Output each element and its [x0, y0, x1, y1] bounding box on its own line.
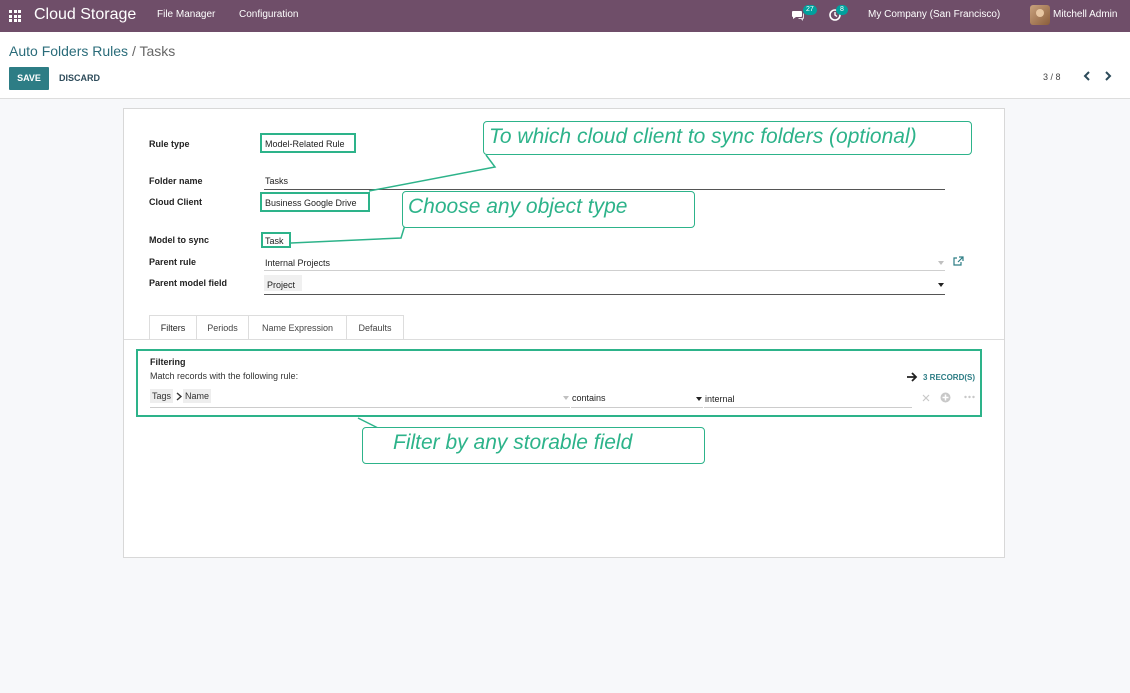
tab-defaults[interactable]: Defaults: [346, 315, 404, 340]
form-sheet: Rule type Model-Related Rule Folder name…: [123, 108, 1005, 558]
user-avatar[interactable]: [1030, 5, 1050, 25]
menu-file-manager[interactable]: File Manager: [157, 9, 215, 20]
filter-title: Filtering: [150, 357, 186, 367]
folder-name-label: Folder name: [149, 176, 203, 186]
save-button[interactable]: SAVE: [9, 67, 49, 90]
filter-subtitle: Match records with the following rule:: [150, 371, 299, 381]
apps-grid-icon[interactable]: [9, 10, 21, 22]
rule-type-field[interactable]: Model-Related Rule: [265, 139, 345, 149]
breadcrumb-current: Tasks: [139, 43, 176, 59]
pager-previous-icon[interactable]: [1081, 69, 1093, 83]
arrow-right-icon[interactable]: [906, 371, 918, 383]
breadcrumb: Auto Folders Rules / Tasks: [9, 43, 175, 59]
model-to-sync-label: Model to sync: [149, 235, 210, 245]
parent-field-dropdown-caret[interactable]: [938, 283, 944, 287]
parent-rule-underline: [264, 270, 945, 271]
app-brand[interactable]: Cloud Storage: [34, 6, 136, 24]
folder-name-input[interactable]: Tasks: [265, 176, 288, 186]
top-navbar: Cloud Storage File Manager Configuration…: [0, 0, 1130, 32]
value-underline: [704, 407, 912, 408]
records-count-link[interactable]: 3 RECORD(S): [923, 373, 975, 382]
cloud-client-field[interactable]: Business Google Drive: [265, 198, 357, 208]
path-chevron-icon: [176, 392, 183, 401]
breadcrumb-separator: /: [131, 43, 136, 59]
callout-cloud-client: To which cloud client to sync folders (o…: [483, 121, 972, 155]
callout-object-type: Choose any object type: [402, 191, 695, 228]
parent-rule-field[interactable]: Internal Projects: [265, 258, 330, 268]
user-menu[interactable]: Mitchell Admin: [1053, 9, 1117, 20]
tab-periods[interactable]: Periods: [196, 315, 249, 340]
filter-value-input[interactable]: internal: [705, 394, 735, 404]
company-switcher[interactable]: My Company (San Francisco): [868, 9, 1000, 20]
messages-badge: 27: [803, 5, 817, 15]
delete-rule-icon[interactable]: [922, 394, 930, 402]
external-link-icon[interactable]: [953, 256, 964, 267]
parent-model-field-select[interactable]: Project: [267, 280, 295, 290]
operator-underline: [571, 407, 703, 408]
breadcrumb-parent-link[interactable]: Auto Folders Rules: [9, 43, 128, 59]
menu-configuration[interactable]: Configuration: [239, 9, 298, 20]
path-name-chip[interactable]: Name: [183, 389, 212, 403]
pager-value[interactable]: 3 / 8: [1043, 72, 1061, 82]
more-options-icon[interactable]: [964, 395, 975, 399]
parent-rule-label: Parent rule: [149, 257, 197, 267]
path-dropdown-caret[interactable]: [563, 396, 569, 400]
control-panel: Auto Folders Rules / Tasks SAVE DISCARD …: [0, 32, 1130, 99]
parent-rule-dropdown-caret[interactable]: [938, 261, 944, 265]
tab-name-expression[interactable]: Name Expression: [248, 315, 347, 340]
parent-model-field-label: Parent model field: [149, 278, 228, 288]
operator-dropdown-caret[interactable]: [696, 397, 702, 401]
path-tags-chip[interactable]: Tags: [150, 389, 174, 403]
parent-field-underline: [264, 294, 945, 295]
discard-button[interactable]: DISCARD: [59, 73, 100, 83]
tabs-divider: [124, 339, 1004, 340]
add-rule-icon[interactable]: [940, 392, 951, 403]
tab-filters[interactable]: Filters: [149, 315, 197, 340]
pager-next-icon[interactable]: [1102, 69, 1114, 83]
folder-name-underline: [264, 189, 945, 190]
activities-badge: 8: [836, 5, 848, 15]
path-field-underline: [150, 407, 570, 408]
cloud-client-label: Cloud Client: [149, 197, 202, 207]
rule-type-label: Rule type: [149, 139, 190, 149]
filter-domain-editor: Filtering Match records with the followi…: [136, 349, 982, 417]
operator-select[interactable]: contains: [572, 393, 606, 403]
model-to-sync-field[interactable]: Task: [265, 236, 284, 246]
callout-storable-field: Filter by any storable field: [362, 427, 705, 464]
